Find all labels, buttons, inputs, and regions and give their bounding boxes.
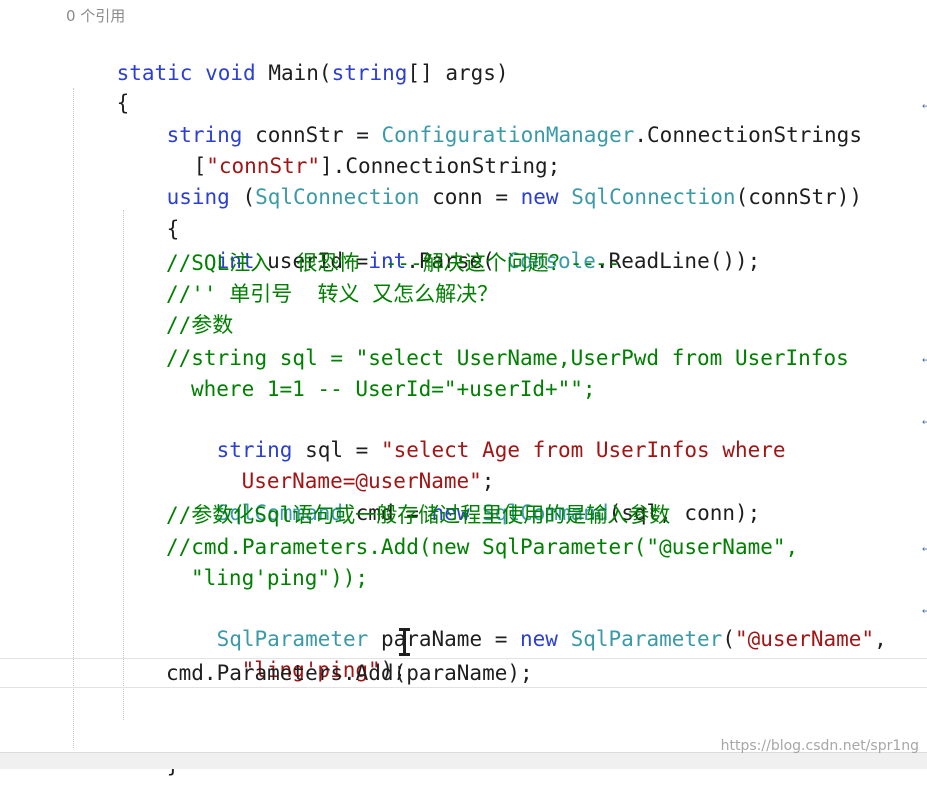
- code-line-connstr-wrap[interactable]: ["connStr"].ConnectionString;: [143, 121, 561, 178]
- token: (: [318, 61, 332, 85]
- token: "@userName": [734, 627, 875, 651]
- token: SqlConnection: [571, 185, 736, 209]
- code-line-sqlcommand[interactable]: SqlCommand cmd = new SqlCommand(sql, con…: [166, 468, 761, 525]
- word-wrap-icon: ↵: [922, 413, 927, 427]
- code-line-parameters-add[interactable]: cmd.Parameters.Add(paraName);: [166, 658, 533, 688]
- watermark: https://blog.csdn.net/spr1ng: [720, 738, 919, 754]
- token: .ConnectionStrings: [634, 123, 862, 147]
- code-line-comment-add-param-wrap[interactable]: "ling'ping"));: [191, 563, 368, 593]
- code-line-comment-quotes[interactable]: //'' 单引号 转义 又怎么解决？: [166, 279, 498, 309]
- code-line-sqlparameter[interactable]: SqlParameter paraName = new SqlParameter…: [166, 594, 887, 651]
- code-line-inner-close-brace[interactable]: }: [116, 720, 180, 777]
- word-wrap-icon: ↵: [922, 602, 927, 616]
- token: SqlConnection: [255, 185, 420, 209]
- word-wrap-icon: ↵: [922, 97, 927, 111]
- token: (: [229, 185, 256, 209]
- token: SqlParameter: [570, 627, 723, 651]
- code-line-sql[interactable]: string sql = "select Age from UserInfos …: [166, 405, 786, 462]
- code-line-comment-old-sql[interactable]: //string sql = "select UserName,UserPwd …: [166, 343, 849, 373]
- token: .ReadLine());: [595, 249, 761, 273]
- code-line-comment-sql-injection[interactable]: //SQL注入 很恐怖 ---解决这个问题？----: [166, 248, 620, 278]
- token: ,: [874, 627, 887, 651]
- code-lens-references[interactable]: 0 个引用: [66, 5, 125, 26]
- token: new: [520, 185, 559, 209]
- ibeam-cursor-icon: [399, 628, 410, 656]
- code-line-userid[interactable]: int userId =int.Parse( Console.ReadLine(…: [166, 216, 761, 273]
- token: void: [205, 61, 256, 85]
- word-wrap-icon: ↵: [922, 351, 927, 365]
- word-wrap-icon: ↵: [922, 540, 927, 554]
- code-line-comment-params[interactable]: //参数: [166, 310, 233, 340]
- code-line-comment-add-param[interactable]: //cmd.Parameters.Add(new SqlParameter("@…: [166, 532, 798, 562]
- token: (connStr)): [735, 185, 863, 209]
- token: (: [722, 627, 735, 651]
- code-line-open-brace[interactable]: {: [66, 58, 130, 115]
- editor-bottom-bar: [0, 752, 927, 769]
- code-line-inner-open-brace[interactable]: {: [116, 184, 180, 241]
- token: conn =: [419, 185, 521, 209]
- token: new: [520, 627, 558, 651]
- code-line-using[interactable]: using (SqlConnection conn = new SqlConne…: [116, 152, 862, 209]
- code-line-sqlparameter-wrap[interactable]: "ling'ping");: [191, 625, 406, 682]
- code-line-connstr[interactable]: string connStr = ConfigurationManager.Co…: [116, 90, 862, 147]
- code-line-sql-wrap[interactable]: UserName=@userName";: [191, 436, 495, 493]
- code-editor[interactable]: 0 个引用 static void Main(string[] args) { …: [0, 0, 927, 777]
- code-line-comment-parameterized[interactable]: //参数化Sql语句或一般存储过程里使用的是输入参数: [166, 500, 670, 530]
- indent-guide: [73, 88, 74, 748]
- token: [] args): [407, 61, 509, 85]
- token: Main: [268, 61, 319, 85]
- indent-guide: [123, 210, 124, 720]
- token: string: [331, 61, 408, 85]
- code-line-main-signature[interactable]: static void Main(string[] args): [66, 28, 509, 85]
- code-line-comment-old-sql-wrap[interactable]: where 1=1 -- UserId="+userId+"";: [191, 374, 596, 404]
